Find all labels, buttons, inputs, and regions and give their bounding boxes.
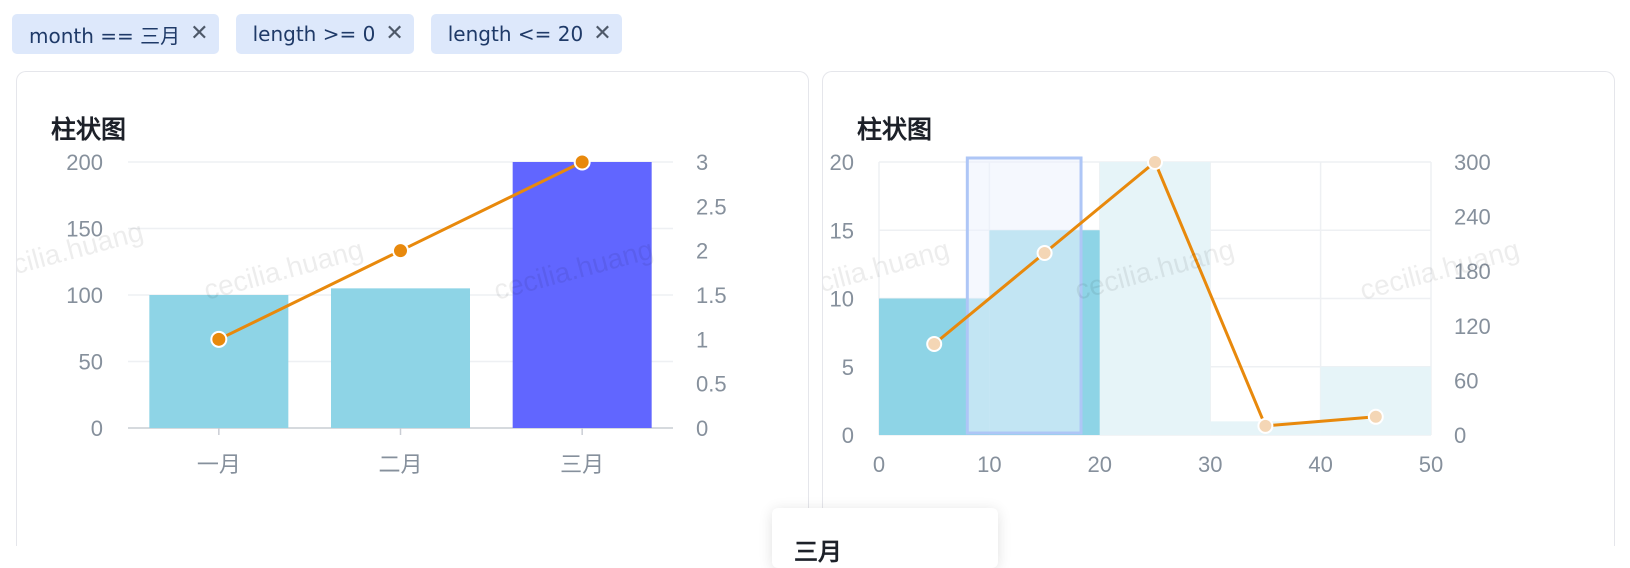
y2-tick-label: 0.5 [696, 372, 727, 397]
filter-tag-label: length <= 20 [447, 22, 584, 46]
tooltip-title: 三月 [794, 538, 842, 566]
bar-chart-card: 柱状图 0 50 100 150 200 0 0.5 1 1.5 2 2.5 3 一月 二月 三月 cecil… [16, 71, 809, 546]
close-icon[interactable]: ✕ [190, 23, 208, 45]
x-tick-label: 二月 [378, 452, 422, 477]
line-point [392, 242, 409, 260]
y-tick-label: 50 [79, 350, 103, 375]
x-tick-label: 10 [977, 452, 1001, 477]
x-tick-label: 三月 [560, 452, 604, 477]
filter-tag-label: length >= 0 [252, 22, 376, 46]
y-tick-label: 100 [66, 283, 103, 308]
y-tick-label: 0 [842, 423, 854, 448]
histogram-bar [1099, 162, 1211, 435]
y2-tick-label: 1.5 [696, 283, 727, 308]
filter-bar: month == 三月 ✕ length >= 0 ✕ length <= 20… [12, 14, 622, 54]
line-point [1257, 417, 1274, 434]
y2-tick-label: 120 [1454, 314, 1491, 339]
line-point [210, 330, 228, 348]
filter-tag-label: month == 三月 [29, 23, 181, 48]
y2-tick-label: 3 [696, 150, 708, 175]
chart-tooltip: 三月 [772, 508, 998, 568]
y2-tick-label: 60 [1454, 368, 1478, 393]
y2-tick-label: 300 [1454, 150, 1491, 175]
x-tick-label: 40 [1308, 452, 1332, 477]
y-tick-label: 20 [830, 150, 854, 175]
x-tick-label: 0 [873, 452, 885, 477]
filter-tag-length-max[interactable]: length <= 20 ✕ [430, 14, 622, 54]
y2-tick-label: 0 [696, 416, 708, 441]
x-tick-label: 一月 [197, 452, 241, 477]
line-point [573, 153, 591, 171]
y2-tick-label: 1 [696, 327, 708, 352]
brush-selection [965, 156, 1083, 435]
x-tick-label: 50 [1419, 452, 1443, 477]
x-tick-label: 20 [1088, 452, 1112, 477]
y-tick-label: 15 [830, 218, 854, 243]
x-tick-label: 30 [1198, 452, 1222, 477]
y-tick-label: 200 [66, 150, 103, 175]
y-tick-label: 0 [91, 416, 103, 441]
close-icon[interactable]: ✕ [385, 23, 403, 45]
bar [331, 288, 470, 428]
filter-tag-length-min[interactable]: length >= 0 ✕ [235, 14, 414, 54]
y2-tick-label: 0 [1454, 423, 1466, 448]
y-tick-label: 5 [842, 355, 854, 380]
close-icon[interactable]: ✕ [593, 23, 611, 45]
histogram-card: 柱状图 0 5 10 15 20 0 10 20 30 40 50 0 60 120 180 240 300 ce… [822, 71, 1615, 546]
y2-tick-label: 2 [696, 239, 708, 264]
y2-tick-label: 2.5 [696, 194, 727, 219]
watermark-text: cecilia.huang [1357, 234, 1523, 306]
line-point [1036, 245, 1053, 261]
filter-tag-month[interactable]: month == 三月 ✕ [12, 14, 219, 54]
y2-tick-label: 240 [1454, 205, 1491, 230]
bar-chart[interactable]: 05010015020000.511.522.53一月 二月 三月cecilia.h… [17, 72, 810, 547]
line-point [1367, 408, 1384, 425]
line-point [926, 336, 943, 352]
line-point [1147, 154, 1163, 170]
histogram-chart[interactable]: 051015200 10 20 30 40 50060120180240300cecili… [823, 72, 1616, 547]
